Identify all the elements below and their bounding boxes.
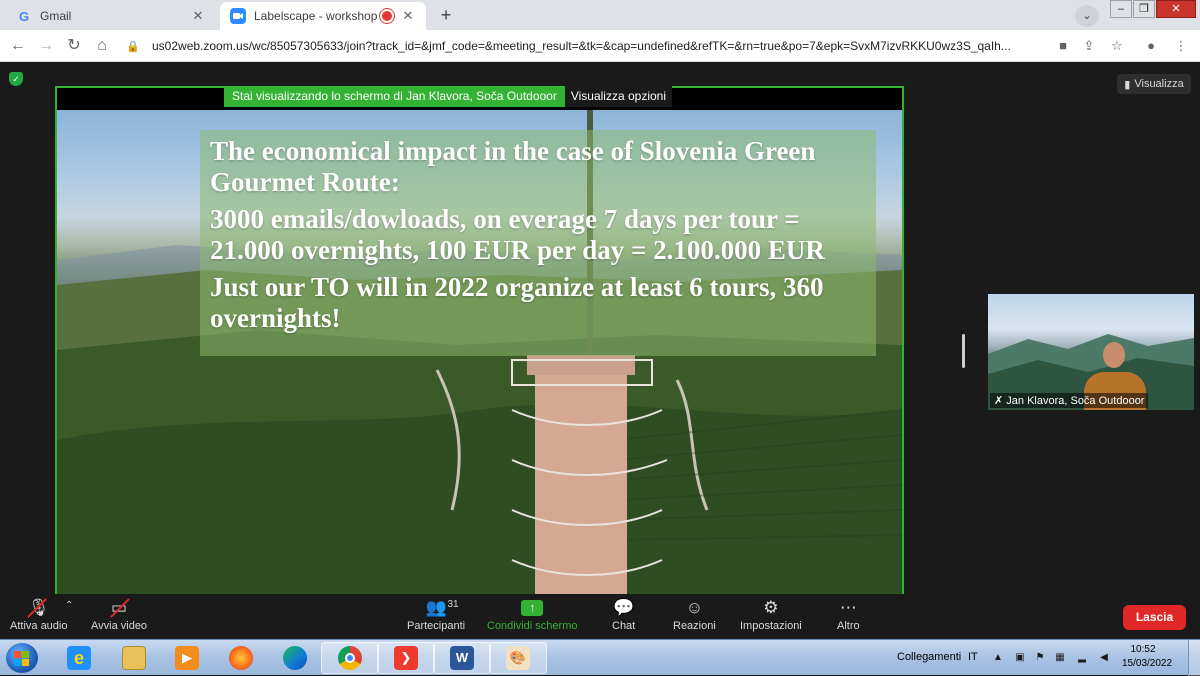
leave-button[interactable]: Lascia bbox=[1123, 605, 1186, 630]
media-player-icon[interactable]: ▶ bbox=[158, 642, 216, 674]
more-dots-icon: ⋯ bbox=[839, 598, 857, 617]
microphone-muted-icon: 🎙 bbox=[28, 596, 50, 620]
participants-label: Partecipanti bbox=[407, 620, 466, 632]
view-options-button[interactable]: Visualizza opzioni bbox=[564, 86, 673, 107]
chat-button[interactable]: 💬 Chat bbox=[612, 596, 635, 632]
chevron-up-icon: ⌃ bbox=[65, 600, 74, 611]
maximize-button[interactable]: ❐ bbox=[1133, 0, 1155, 18]
slide-paragraph: Just our TO will in 2022 organize at lea… bbox=[210, 272, 824, 333]
slide-text-box: The economical impact in the case of Slo… bbox=[200, 130, 876, 356]
start-button[interactable] bbox=[6, 643, 38, 673]
paint-icon[interactable]: 🎨 bbox=[489, 642, 547, 674]
reactions-label: Reazioni bbox=[673, 620, 716, 632]
more-label: Altro bbox=[837, 620, 860, 632]
share-banner-text: Stai visualizzando lo schermo di Jan Kla… bbox=[224, 86, 565, 107]
participant-video-tile[interactable]: ✗ Jan Klavora, Soča Outdooor bbox=[988, 294, 1194, 410]
reactions-button[interactable]: ☺ Reazioni bbox=[673, 596, 716, 632]
slide-paragraph: The economical impact in the case of Slo… bbox=[210, 136, 816, 197]
participants-icon: 👥 31 bbox=[425, 596, 458, 620]
profile-icon[interactable]: ● bbox=[1142, 37, 1160, 55]
view-button-label: Visualizza bbox=[1134, 78, 1184, 90]
clock-time: 10:52 bbox=[1130, 644, 1156, 655]
chat-icon: 💬 bbox=[613, 598, 635, 617]
presentation-slide: The economical impact in the case of Slo… bbox=[57, 110, 902, 596]
url-text: us02web.zoom.us/wc/85057305633/join?trac… bbox=[152, 39, 1011, 53]
audio-options-caret[interactable]: ⌃ bbox=[65, 600, 73, 611]
view-button[interactable]: ▮ Visualizza bbox=[1117, 74, 1191, 94]
meeting-area: ✓ ▮ Visualizza Stai visualizzando lo sch… bbox=[0, 62, 1200, 598]
participant-name-text: Jan Klavora, Soča Outdooor bbox=[1006, 395, 1145, 407]
close-tab-icon[interactable]: ✕ bbox=[190, 8, 206, 24]
audio-button[interactable]: 🎙 Attiva audio bbox=[10, 596, 67, 632]
chrome-icon[interactable] bbox=[321, 642, 379, 674]
close-window-button[interactable]: ✕ bbox=[1156, 0, 1196, 18]
view-icon: ▮ bbox=[1124, 78, 1131, 91]
show-desktop-button[interactable] bbox=[1188, 640, 1200, 676]
share-icon[interactable]: ⇪ bbox=[1080, 37, 1098, 55]
word-icon[interactable]: W bbox=[433, 642, 491, 674]
firefox-icon[interactable] bbox=[212, 642, 270, 674]
tab-gmail[interactable]: G Gmail ✕ bbox=[6, 2, 216, 30]
language-indicator[interactable]: IT bbox=[968, 651, 978, 663]
browser-tab-bar: G Gmail ✕ Labelscape - workshop ✕ + ⌄ – … bbox=[0, 0, 1200, 30]
gear-icon: ⚙ bbox=[763, 598, 779, 617]
participant-name: ✗ Jan Klavora, Soča Outdooor bbox=[990, 393, 1149, 408]
video-label: Avvia video bbox=[91, 620, 148, 632]
slide-paragraph: 3000 emails/dowloads, on everage 7 days … bbox=[210, 204, 825, 265]
share-banner: Stai visualizzando lo schermo di Jan Kla… bbox=[224, 86, 673, 107]
edge-icon[interactable] bbox=[266, 642, 324, 674]
reactions-icon: ☺ bbox=[685, 598, 704, 617]
tab-labelscape[interactable]: Labelscape - workshop ✕ bbox=[220, 2, 426, 30]
browser-toolbar: ← → ↻ ⌂ 🔒 us02web.zoom.us/wc/85057305633… bbox=[0, 30, 1200, 62]
more-button[interactable]: ⋯ Altro bbox=[837, 596, 860, 632]
shared-screen: The economical impact in the case of Slo… bbox=[55, 86, 904, 598]
flag-icon[interactable]: ⚑ bbox=[1034, 652, 1046, 664]
back-button[interactable]: ← bbox=[8, 36, 28, 56]
address-bar[interactable]: 🔒 us02web.zoom.us/wc/85057305633/join?tr… bbox=[120, 34, 1050, 58]
participants-button[interactable]: 👥 31 Partecipanti bbox=[407, 596, 465, 632]
chat-label: Chat bbox=[612, 620, 636, 632]
forward-button[interactable]: → bbox=[36, 36, 56, 56]
video-button[interactable]: ▭ Avvia video bbox=[91, 596, 147, 632]
menu-dots-icon[interactable]: ⋮ bbox=[1172, 37, 1190, 55]
video-muted-icon: ▭ bbox=[111, 596, 127, 620]
tray-app-icon[interactable]: ▦ bbox=[1054, 652, 1066, 664]
zoom-icon bbox=[230, 8, 246, 24]
file-explorer-icon[interactable] bbox=[105, 642, 163, 674]
google-icon: G bbox=[18, 8, 30, 24]
internet-explorer-icon[interactable]: e bbox=[50, 642, 108, 674]
bookmark-star-icon[interactable]: ☆ bbox=[1108, 37, 1126, 55]
settings-button[interactable]: ⚙ Impostazioni bbox=[740, 596, 802, 632]
audio-label: Attiva audio bbox=[10, 620, 68, 632]
lock-icon[interactable]: 🔒 bbox=[126, 40, 142, 53]
windows-taskbar: e ▶ ❯ W 🎨 Collegamenti IT ▲ ▣ ⚑ ▦ ▂ ◀ 10… bbox=[0, 639, 1200, 676]
show-hidden-icons-icon[interactable]: ▲ bbox=[992, 652, 1004, 664]
new-tab-button[interactable]: + bbox=[434, 4, 458, 26]
share-screen-button[interactable]: ↑ Condividi schermo bbox=[487, 596, 577, 632]
settings-label: Impostazioni bbox=[740, 620, 802, 632]
muted-mic-icon: ✗ bbox=[994, 395, 1004, 407]
share-screen-icon: ↑ bbox=[521, 600, 544, 616]
minimize-button[interactable]: – bbox=[1110, 0, 1132, 18]
tab-title: Gmail bbox=[40, 9, 72, 23]
network-signal-icon[interactable]: ▂ bbox=[1076, 652, 1088, 664]
panel-resize-handle[interactable] bbox=[962, 334, 965, 368]
system-clock[interactable]: 10:52 15/03/2022 bbox=[1122, 643, 1173, 671]
recording-icon bbox=[382, 11, 392, 21]
tab-search-button[interactable]: ⌄ bbox=[1075, 5, 1099, 27]
links-toolbar-label[interactable]: Collegamenti bbox=[897, 651, 961, 663]
tray-device-icon[interactable]: ▣ bbox=[1014, 652, 1026, 664]
share-label: Condividi schermo bbox=[487, 620, 578, 632]
camera-icon[interactable]: ■ bbox=[1054, 37, 1072, 55]
security-shield-icon[interactable]: ✓ bbox=[9, 72, 23, 86]
home-button[interactable]: ⌂ bbox=[92, 36, 112, 56]
tab-title: Labelscape - workshop bbox=[254, 9, 378, 23]
meeting-toolbar: 🎙 Attiva audio ⌃ ▭ Avvia video 👥 31 Parte… bbox=[0, 594, 1200, 639]
volume-icon[interactable]: ◀ bbox=[1098, 652, 1110, 664]
participants-count: 31 bbox=[447, 599, 459, 610]
close-tab-icon[interactable]: ✕ bbox=[400, 8, 416, 24]
clock-date: 15/03/2022 bbox=[1122, 658, 1173, 669]
reload-button[interactable]: ↻ bbox=[64, 36, 84, 56]
anydesk-icon[interactable]: ❯ bbox=[377, 642, 435, 674]
